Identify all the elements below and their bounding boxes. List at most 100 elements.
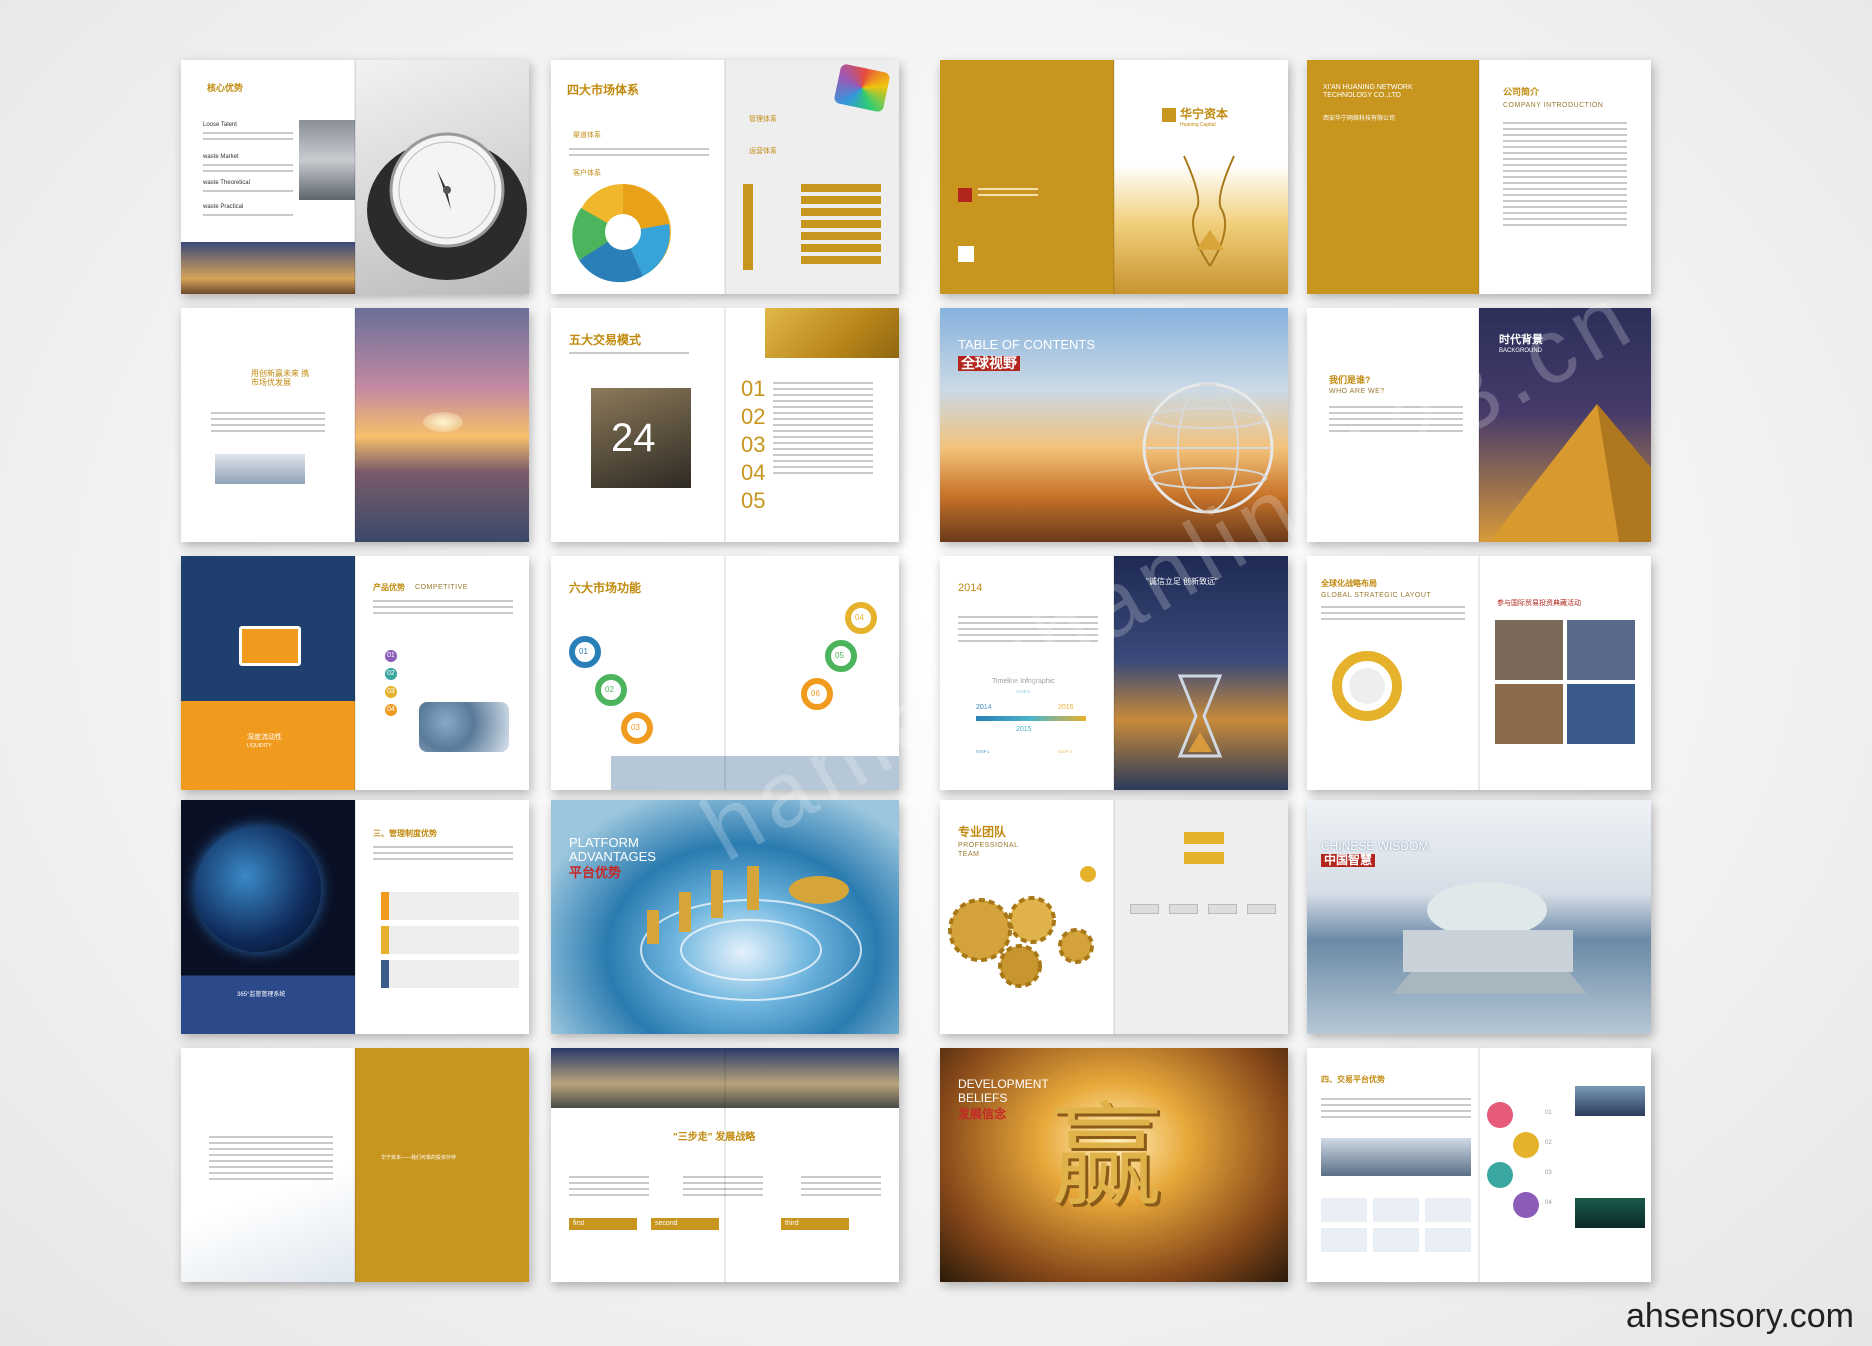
text-block <box>211 412 325 436</box>
brochure-spread-five-trade-modes[interactable]: 五大交易模式 24 01 02 03 04 05 <box>551 308 899 542</box>
timeline-year: 2016 <box>1058 704 1074 711</box>
spread-title: 产品优势 <box>373 583 405 592</box>
brochure-spread-development-beliefs[interactable]: DEVELOPMENT BELIEFS 发展信念 赢 <box>940 1048 1288 1282</box>
brochure-spread-chinese-wisdom[interactable]: CHINESE WISDOM 中国智慧 <box>1307 800 1651 1034</box>
ring-number: 01 <box>579 647 588 656</box>
ring-number: 05 <box>835 651 844 660</box>
hourglass-illustration <box>1183 155 1235 267</box>
item-label: Loose Talent <box>203 122 237 128</box>
text-block <box>373 846 513 864</box>
spread-subtitle: COMPETITIVE <box>415 584 468 591</box>
timeline-step: STEP 1 <box>976 749 990 754</box>
brochure-spread-global-strategy[interactable]: 全球化战略布局 GLOBAL STRATEGIC LAYOUT 参与国际贸易投资… <box>1307 556 1651 790</box>
harbor-photo <box>181 242 355 294</box>
mode-number: 05 <box>741 488 766 513</box>
org-chart-row <box>1130 904 1276 914</box>
question-title: 我们是谁? <box>1329 375 1371 385</box>
item-label: waste Practical <box>203 204 244 210</box>
text-block <box>569 1176 649 1200</box>
text-block <box>203 214 293 220</box>
step-label: third <box>781 1218 849 1230</box>
brochure-spread-background[interactable]: 我们是谁? WHO ARE WE? 时代背景 BACKGROUND <box>1307 308 1651 542</box>
ring-number: 02 <box>605 685 614 694</box>
brochure-cover-front[interactable]: 华宁资本 Huaning Capital <box>940 60 1288 294</box>
jade-beast-sculpture <box>1393 882 1587 994</box>
text-block <box>203 164 293 176</box>
partner-logos <box>1321 1198 1471 1252</box>
timeline-title: Timeline Infographic <box>992 678 1055 685</box>
node-number: 04 <box>1545 1200 1552 1206</box>
ring-number: 04 <box>855 613 864 622</box>
screen-photo <box>1575 1086 1645 1116</box>
brochure-spread-platform-advantages[interactable]: PLATFORM ADVANTAGES 平台优势 <box>551 800 899 1034</box>
brochure-spread-market-system[interactable]: 四大市场体系 渠道体系 客户体系 管理体系 运营体系 <box>551 60 899 294</box>
mode-number: 03 <box>741 432 766 457</box>
spread-title: 四、交易平台优势 <box>1321 1075 1385 1084</box>
brochure-spread-six-functions[interactable]: 六大市场功能 01 02 03 04 05 06 <box>551 556 899 790</box>
brochure-spread-timeline[interactable]: 2014 Timeline Infographic 2014 2015 2016… <box>940 556 1288 790</box>
section-label: 渠道体系 <box>573 132 601 139</box>
timeline-bar <box>976 716 1086 721</box>
brochure-spread-professional-team[interactable]: 专业团队 PROFESSIONAL TEAM <box>940 800 1288 1034</box>
spread-title: 五大交易模式 <box>569 333 642 347</box>
text-block <box>203 190 293 196</box>
event-photo-grid <box>1495 620 1635 744</box>
intro-title: 公司简介 <box>1503 87 1540 97</box>
screen-photo <box>1575 1198 1645 1228</box>
brochure-spread-core-advantage[interactable]: 核心优势 Loose Talent waste Market waste The… <box>181 60 529 294</box>
site-label: ahsensory.com <box>1625 1297 1854 1335</box>
text-block <box>801 1176 881 1200</box>
gears-illustration <box>948 866 1096 988</box>
brochure-spread-three-step-strategy[interactable]: "三步走" 发展战略 first second third <box>551 1048 899 1282</box>
circle-node <box>1487 1102 1513 1128</box>
bottom-title-en: LIQUIDITY <box>247 743 272 749</box>
sun-glow <box>423 412 463 432</box>
section-label: 管理体系 <box>749 116 777 123</box>
small-logo-icon <box>958 188 972 202</box>
earth-globe <box>195 826 321 952</box>
node-number: 01 <box>1545 1110 1552 1116</box>
coin-clock-illustration <box>640 866 862 1001</box>
brochure-spread-product-advantage[interactable]: 深度流动性 LIQUIDITY 产品优势 COMPETITIVE 01 02 0… <box>181 556 529 790</box>
brochure-spread-sunset-port[interactable]: 用创新赢未来 携市场优发展 <box>181 308 529 542</box>
beliefs-title-en2: BELIEFS <box>958 1091 1008 1105</box>
big-24-number: 24 <box>611 416 656 460</box>
beliefs-title-cn: 发展信念 <box>958 1107 1007 1121</box>
timeline-year: 2015 <box>1016 726 1032 733</box>
text-block <box>1503 122 1627 230</box>
step-number: 03 <box>385 686 397 698</box>
slogan-text: 用创新赢未来 携市场优发展 <box>251 369 310 387</box>
step-label: first <box>569 1218 637 1230</box>
brochure-spread-trading-platform[interactable]: 四、交易平台优势 01 02 03 04 <box>1307 1048 1651 1282</box>
spread-title: 三、管理制度优势 <box>373 829 437 838</box>
system-label: 365°监管管理系统 <box>237 992 286 998</box>
office-photo <box>215 454 305 484</box>
text-block <box>373 600 513 618</box>
timeline-step: STEP 3 <box>1058 749 1072 754</box>
spread-title: 核心优势 <box>207 83 244 93</box>
intro-subtitle: COMPANY INTRODUCTION <box>1503 102 1604 109</box>
text-block <box>569 148 709 160</box>
circle-node <box>1487 1162 1513 1188</box>
ring-number: 03 <box>631 723 640 732</box>
step-label: second <box>651 1218 719 1230</box>
back-cover-tagline: 华宁资本——我们可靠的投资伙伴 <box>381 1155 457 1161</box>
brochure-spread-management-system[interactable]: 365°监管管理系统 三、管理制度优势 <box>181 800 529 1034</box>
photo-collage <box>299 120 355 200</box>
pyramid-illustration <box>1489 404 1651 542</box>
year-title: 2014 <box>958 582 983 594</box>
step-number: 04 <box>385 704 397 716</box>
org-chart-node <box>1184 852 1224 864</box>
brochure-spread-table-of-contents[interactable]: TABLE OF CONTENTS 全球视野 <box>940 308 1288 542</box>
flow-list <box>801 184 881 264</box>
node-number: 03 <box>1545 1170 1552 1176</box>
circle-node <box>1513 1132 1539 1158</box>
company-name-cn: 西安华宁网络科技有限公司 <box>1323 116 1396 122</box>
gold-bar-photo <box>765 308 899 358</box>
item-label: waste Market <box>203 154 239 160</box>
node-number: 02 <box>1545 1140 1552 1146</box>
brochure-cover-back[interactable]: 华宁资本——我们可靠的投资伙伴 <box>181 1048 529 1282</box>
brochure-spread-company-intro[interactable]: XI'AN HUANING NETWORK TECHNOLOGY CO.,LTD… <box>1307 60 1651 294</box>
timeline-step: STEP 2 <box>1016 689 1030 694</box>
mode-number: 04 <box>741 460 766 485</box>
